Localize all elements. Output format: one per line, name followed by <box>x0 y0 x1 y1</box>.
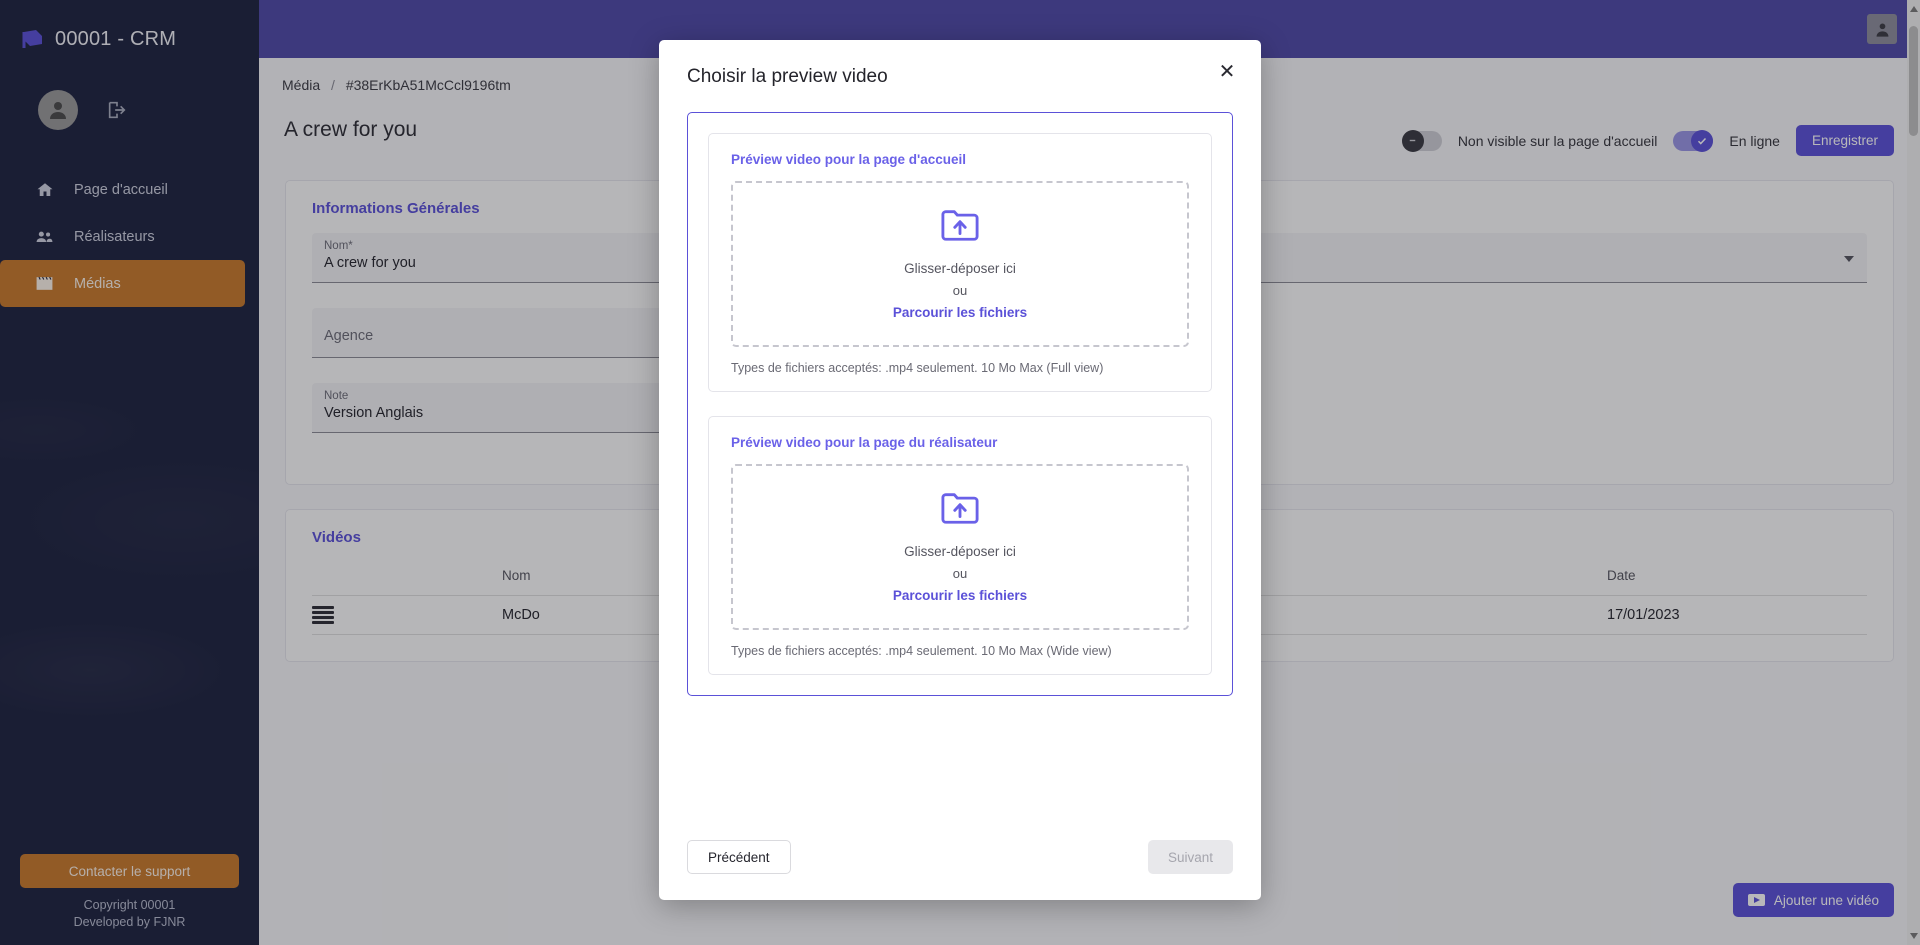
upload-card-director: Préview video pour la page du réalisateu… <box>708 416 1212 675</box>
dropzone-text: Glisser-déposer ici <box>904 261 1016 276</box>
folder-upload-icon <box>941 491 979 530</box>
modal-title: Choisir la preview video <box>687 66 888 87</box>
filetypes-note: Types de fichiers acceptés: .mp4 seuleme… <box>731 361 1104 375</box>
upload-card-title: Préview video pour la page du réalisateu… <box>731 435 998 450</box>
previous-button[interactable]: Précédent <box>687 840 791 874</box>
modal-footer: Précédent Suivant <box>659 820 1261 900</box>
dropzone-director[interactable]: Glisser-déposer ici ou Parcourir les fic… <box>731 464 1189 630</box>
browse-files-link[interactable]: Parcourir les fichiers <box>893 588 1027 603</box>
dropzone-homepage[interactable]: Glisser-déposer ici ou Parcourir les fic… <box>731 181 1189 347</box>
dropzone-or: ou <box>952 283 968 298</box>
choose-preview-video-modal: Choisir la preview video ✕ Préview video… <box>659 40 1261 900</box>
next-button[interactable]: Suivant <box>1147 840 1233 874</box>
folder-upload-icon <box>941 208 979 247</box>
filetypes-note: Types de fichiers acceptés: .mp4 seuleme… <box>731 644 1112 658</box>
preview-selection-frame: Préview video pour la page d'accueil Gli… <box>687 112 1233 696</box>
modal-header: Choisir la preview video ✕ <box>659 40 1261 88</box>
upload-card-homepage: Préview video pour la page d'accueil Gli… <box>708 133 1212 392</box>
app-root: 00001 - CRM Page d'accueil Réalisateurs … <box>0 0 1920 945</box>
dropzone-or: ou <box>952 566 968 581</box>
modal-body: Préview video pour la page d'accueil Gli… <box>659 88 1261 820</box>
dropzone-text: Glisser-déposer ici <box>904 544 1016 559</box>
upload-card-title: Préview video pour la page d'accueil <box>731 152 967 167</box>
close-icon[interactable]: ✕ <box>1213 58 1241 86</box>
browse-files-link[interactable]: Parcourir les fichiers <box>893 305 1027 320</box>
